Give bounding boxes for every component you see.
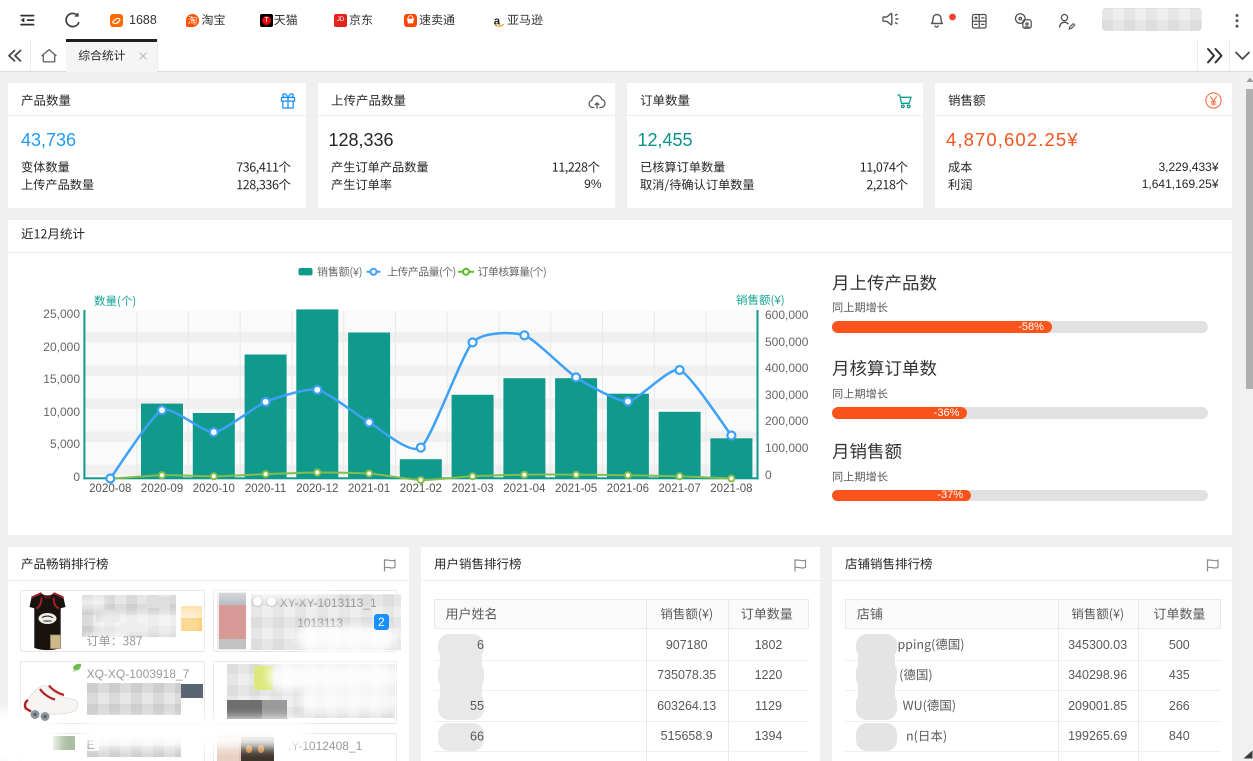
- svg-text:55: 55: [470, 699, 484, 713]
- svg-text:6: 6: [477, 638, 484, 652]
- svg-text:66: 66: [470, 730, 484, 744]
